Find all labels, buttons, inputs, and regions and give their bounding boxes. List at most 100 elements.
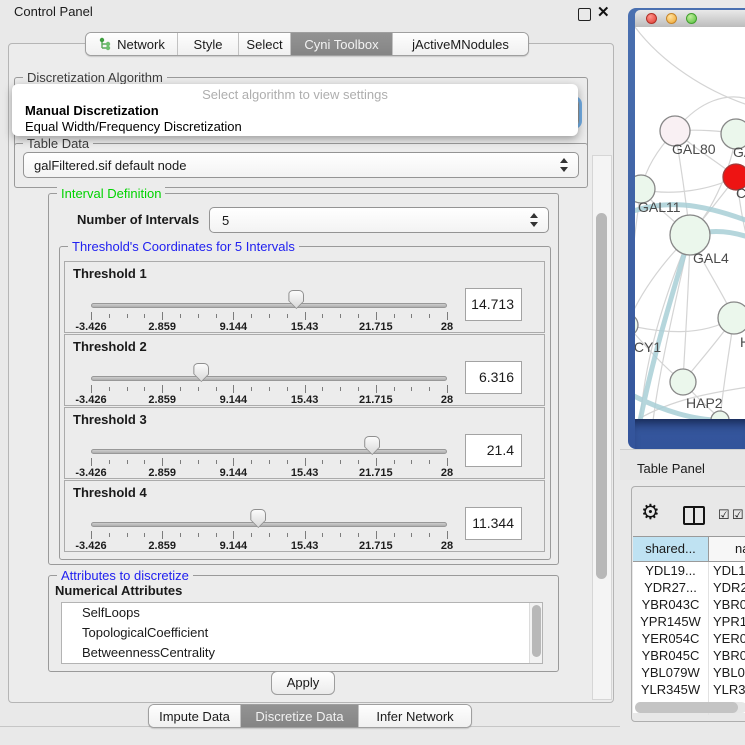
close-traffic-light-icon[interactable] — [646, 13, 657, 24]
tick-mark — [251, 314, 252, 318]
gear-icon[interactable]: ⚙ — [641, 503, 660, 523]
network-canvas-area[interactable]: GAL80 GA C GAL11 GAL4 GCY1 H HAP2 — [635, 27, 745, 419]
threshold-value-field[interactable]: 11.344 — [465, 507, 522, 540]
tick-mark — [144, 533, 145, 537]
tick-label: 15.43 — [291, 394, 319, 406]
network-graph[interactable]: GAL80 GA C GAL11 GAL4 GCY1 H HAP2 — [635, 27, 745, 419]
threshold-row: Threshold 3 -3.4262.8599.14415.4321.7152… — [64, 407, 545, 479]
table-hscrollbar-thumb[interactable] — [635, 702, 738, 713]
threshold-slider[interactable]: -3.4262.8599.14415.4321.71528 — [91, 432, 447, 478]
threshold-slider[interactable]: -3.4262.8599.14415.4321.71528 — [91, 286, 447, 332]
tick-mark — [109, 460, 110, 464]
table-row[interactable]: YDR27...YDR2 — [633, 579, 745, 596]
tick-label: 15.43 — [291, 540, 319, 552]
slider-track[interactable] — [91, 449, 447, 454]
dropdown-option-equal-width[interactable]: Equal Width/Frequency Discretization — [25, 119, 242, 134]
threshold-label: Threshold 2 — [73, 339, 147, 354]
tick-mark — [91, 458, 92, 466]
dropdown-option-manual[interactable]: Manual Discretization — [25, 103, 159, 118]
tick-label: 15.43 — [291, 467, 319, 479]
table-hscrollbar[interactable] — [635, 702, 745, 713]
tick-mark — [198, 314, 199, 318]
split-columns-icon[interactable] — [683, 506, 705, 525]
table-row[interactable]: YPR145WYPR1 — [633, 613, 745, 630]
minimize-traffic-light-icon[interactable] — [666, 13, 677, 24]
column-header-shared-name[interactable]: shared... — [633, 537, 709, 561]
tab-network[interactable]: Network — [86, 33, 178, 55]
number-of-intervals-combo[interactable]: 5 — [209, 207, 549, 233]
table-row[interactable]: YBL079WYBL0 — [633, 664, 745, 681]
panel-scrollbar-thumb[interactable] — [596, 213, 607, 579]
slider-ticks — [91, 531, 447, 540]
tick-label: 2.859 — [148, 321, 176, 333]
node-gal4[interactable] — [670, 215, 710, 255]
table-data-combo-value: galFiltered.sif default node — [34, 158, 186, 173]
tab-infer-network[interactable]: Infer Network — [359, 705, 471, 727]
table-row[interactable]: YDL19...YDL1 — [633, 562, 745, 579]
list-scrollbar[interactable] — [529, 603, 542, 663]
network-window-titlebar[interactable] — [635, 10, 745, 28]
checkbox-icon[interactable]: ☑ — [718, 508, 730, 521]
tab-style[interactable]: Style — [178, 33, 239, 55]
threshold-slider[interactable]: -3.4262.8599.14415.4321.71528 — [91, 359, 447, 405]
tick-mark — [198, 387, 199, 391]
node-label: H — [740, 334, 745, 350]
tab-select[interactable]: Select — [239, 33, 291, 55]
tick-label: 2.859 — [148, 394, 176, 406]
tab-impute-data[interactable]: Impute Data — [149, 705, 241, 727]
tick-mark — [109, 314, 110, 318]
table-row[interactable]: YBR045CYBR0 — [633, 647, 745, 664]
combo-stepper-icon — [560, 158, 569, 172]
tick-mark — [216, 387, 217, 391]
float-window-icon[interactable] — [578, 8, 591, 21]
tab-jactivemnodules[interactable]: jActiveMNodules — [393, 33, 528, 55]
list-item[interactable]: SelfLoops — [62, 603, 542, 623]
tick-mark — [358, 533, 359, 537]
node-hap2[interactable] — [670, 369, 696, 395]
zoom-traffic-light-icon[interactable] — [686, 13, 697, 24]
slider-track[interactable] — [91, 522, 447, 527]
node-h[interactable] — [718, 302, 745, 334]
attributes-list[interactable]: SelfLoops TopologicalCoefficient Between… — [61, 602, 543, 664]
threshold-value-field[interactable]: 6.316 — [465, 361, 522, 394]
column-header-name[interactable]: name — [709, 537, 745, 561]
node-gcy1[interactable] — [635, 314, 638, 336]
table-header-row: shared... name — [633, 536, 745, 562]
table-row[interactable]: YLR345WYLR3 — [633, 681, 745, 698]
tick-mark — [127, 387, 128, 391]
threshold-row: Threshold 2 -3.4262.8599.14415.4321.7152… — [64, 334, 545, 406]
tick-label: 15.43 — [291, 321, 319, 333]
slider-track[interactable] — [91, 303, 447, 308]
table-row[interactable]: YBR043CYBR0 — [633, 596, 745, 613]
list-item[interactable]: BetweennessCentrality — [62, 643, 542, 663]
tab-cyni-toolbox[interactable]: Cyni Toolbox — [291, 33, 393, 55]
close-icon[interactable]: ✕ — [597, 3, 610, 21]
table-row[interactable]: YER054CYER0 — [633, 630, 745, 647]
numerical-attributes-label: Numerical Attributes — [55, 583, 182, 598]
tick-mark — [305, 531, 306, 539]
attributes-group-title: Attributes to discretize — [57, 568, 193, 583]
interval-definition-group: Interval Definition Number of Intervals … — [48, 193, 559, 565]
apply-button[interactable]: Apply — [271, 671, 335, 695]
threshold-value-field[interactable]: 14.713 — [465, 288, 522, 321]
panel-scrollbar[interactable] — [592, 155, 612, 700]
table-data-combo[interactable]: galFiltered.sif default node — [23, 152, 579, 178]
threshold-value-field[interactable]: 21.4 — [465, 434, 522, 467]
checkbox-icon[interactable]: ☑ — [732, 508, 744, 521]
table-cell: YDR2 — [709, 579, 745, 596]
slider-tick-labels: -3.4262.8599.14415.4321.71528 — [91, 321, 447, 333]
slider-ticks — [91, 458, 447, 467]
tab-discretize-data[interactable]: Discretize Data — [241, 705, 359, 727]
table-cell: YBL0 — [709, 664, 745, 681]
network-view-window[interactable]: GAL80 GA C GAL11 GAL4 GCY1 H HAP2 — [628, 8, 745, 449]
tick-label: 28 — [441, 540, 453, 552]
table-cell: YDR27... — [633, 579, 709, 596]
node-table[interactable]: shared... name YDL19...YDL1YDR27...YDR2Y… — [633, 536, 745, 713]
slider-track[interactable] — [91, 376, 447, 381]
list-item[interactable]: TopologicalCoefficient — [62, 623, 542, 643]
slider-tick-labels: -3.4262.8599.14415.4321.71528 — [91, 467, 447, 479]
threshold-slider[interactable]: -3.4262.8599.14415.4321.71528 — [91, 505, 447, 551]
list-scrollbar-thumb[interactable] — [532, 605, 541, 657]
tick-mark — [411, 460, 412, 464]
table-cell: YDL19... — [633, 562, 709, 579]
